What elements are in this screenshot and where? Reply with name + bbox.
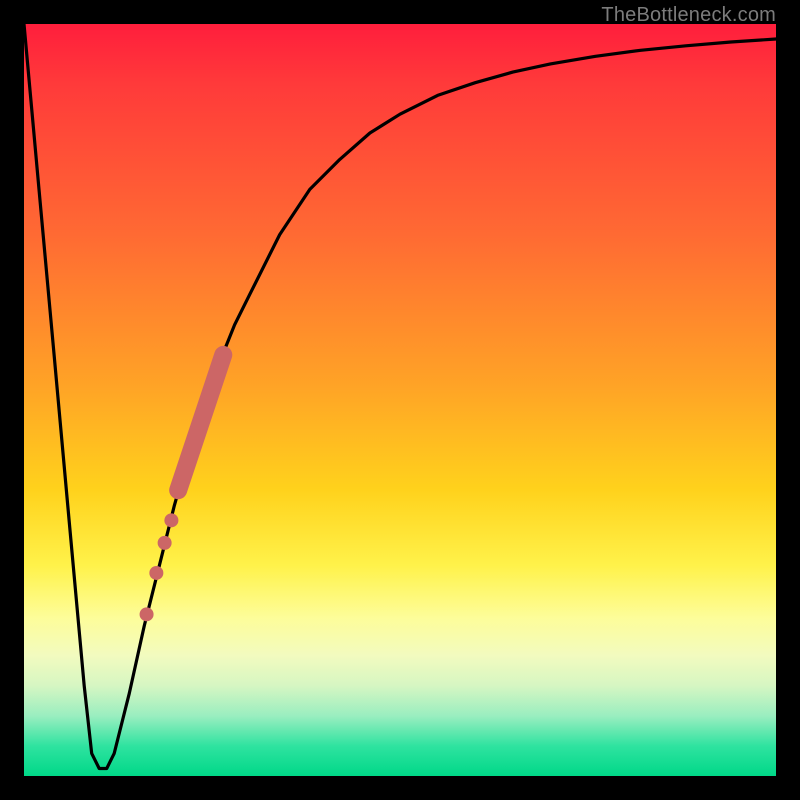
plot-area <box>24 24 776 776</box>
chart-frame: TheBottleneck.com <box>0 0 800 800</box>
highlight-dot <box>140 607 154 621</box>
curve-layer <box>24 24 776 776</box>
highlight-band-segment <box>178 355 223 490</box>
bottleneck-curve-path <box>24 24 776 769</box>
highlight-dot <box>149 566 163 580</box>
highlight-dot <box>158 536 172 550</box>
highlight-dot <box>164 513 178 527</box>
highlight-dots-group <box>140 513 179 621</box>
